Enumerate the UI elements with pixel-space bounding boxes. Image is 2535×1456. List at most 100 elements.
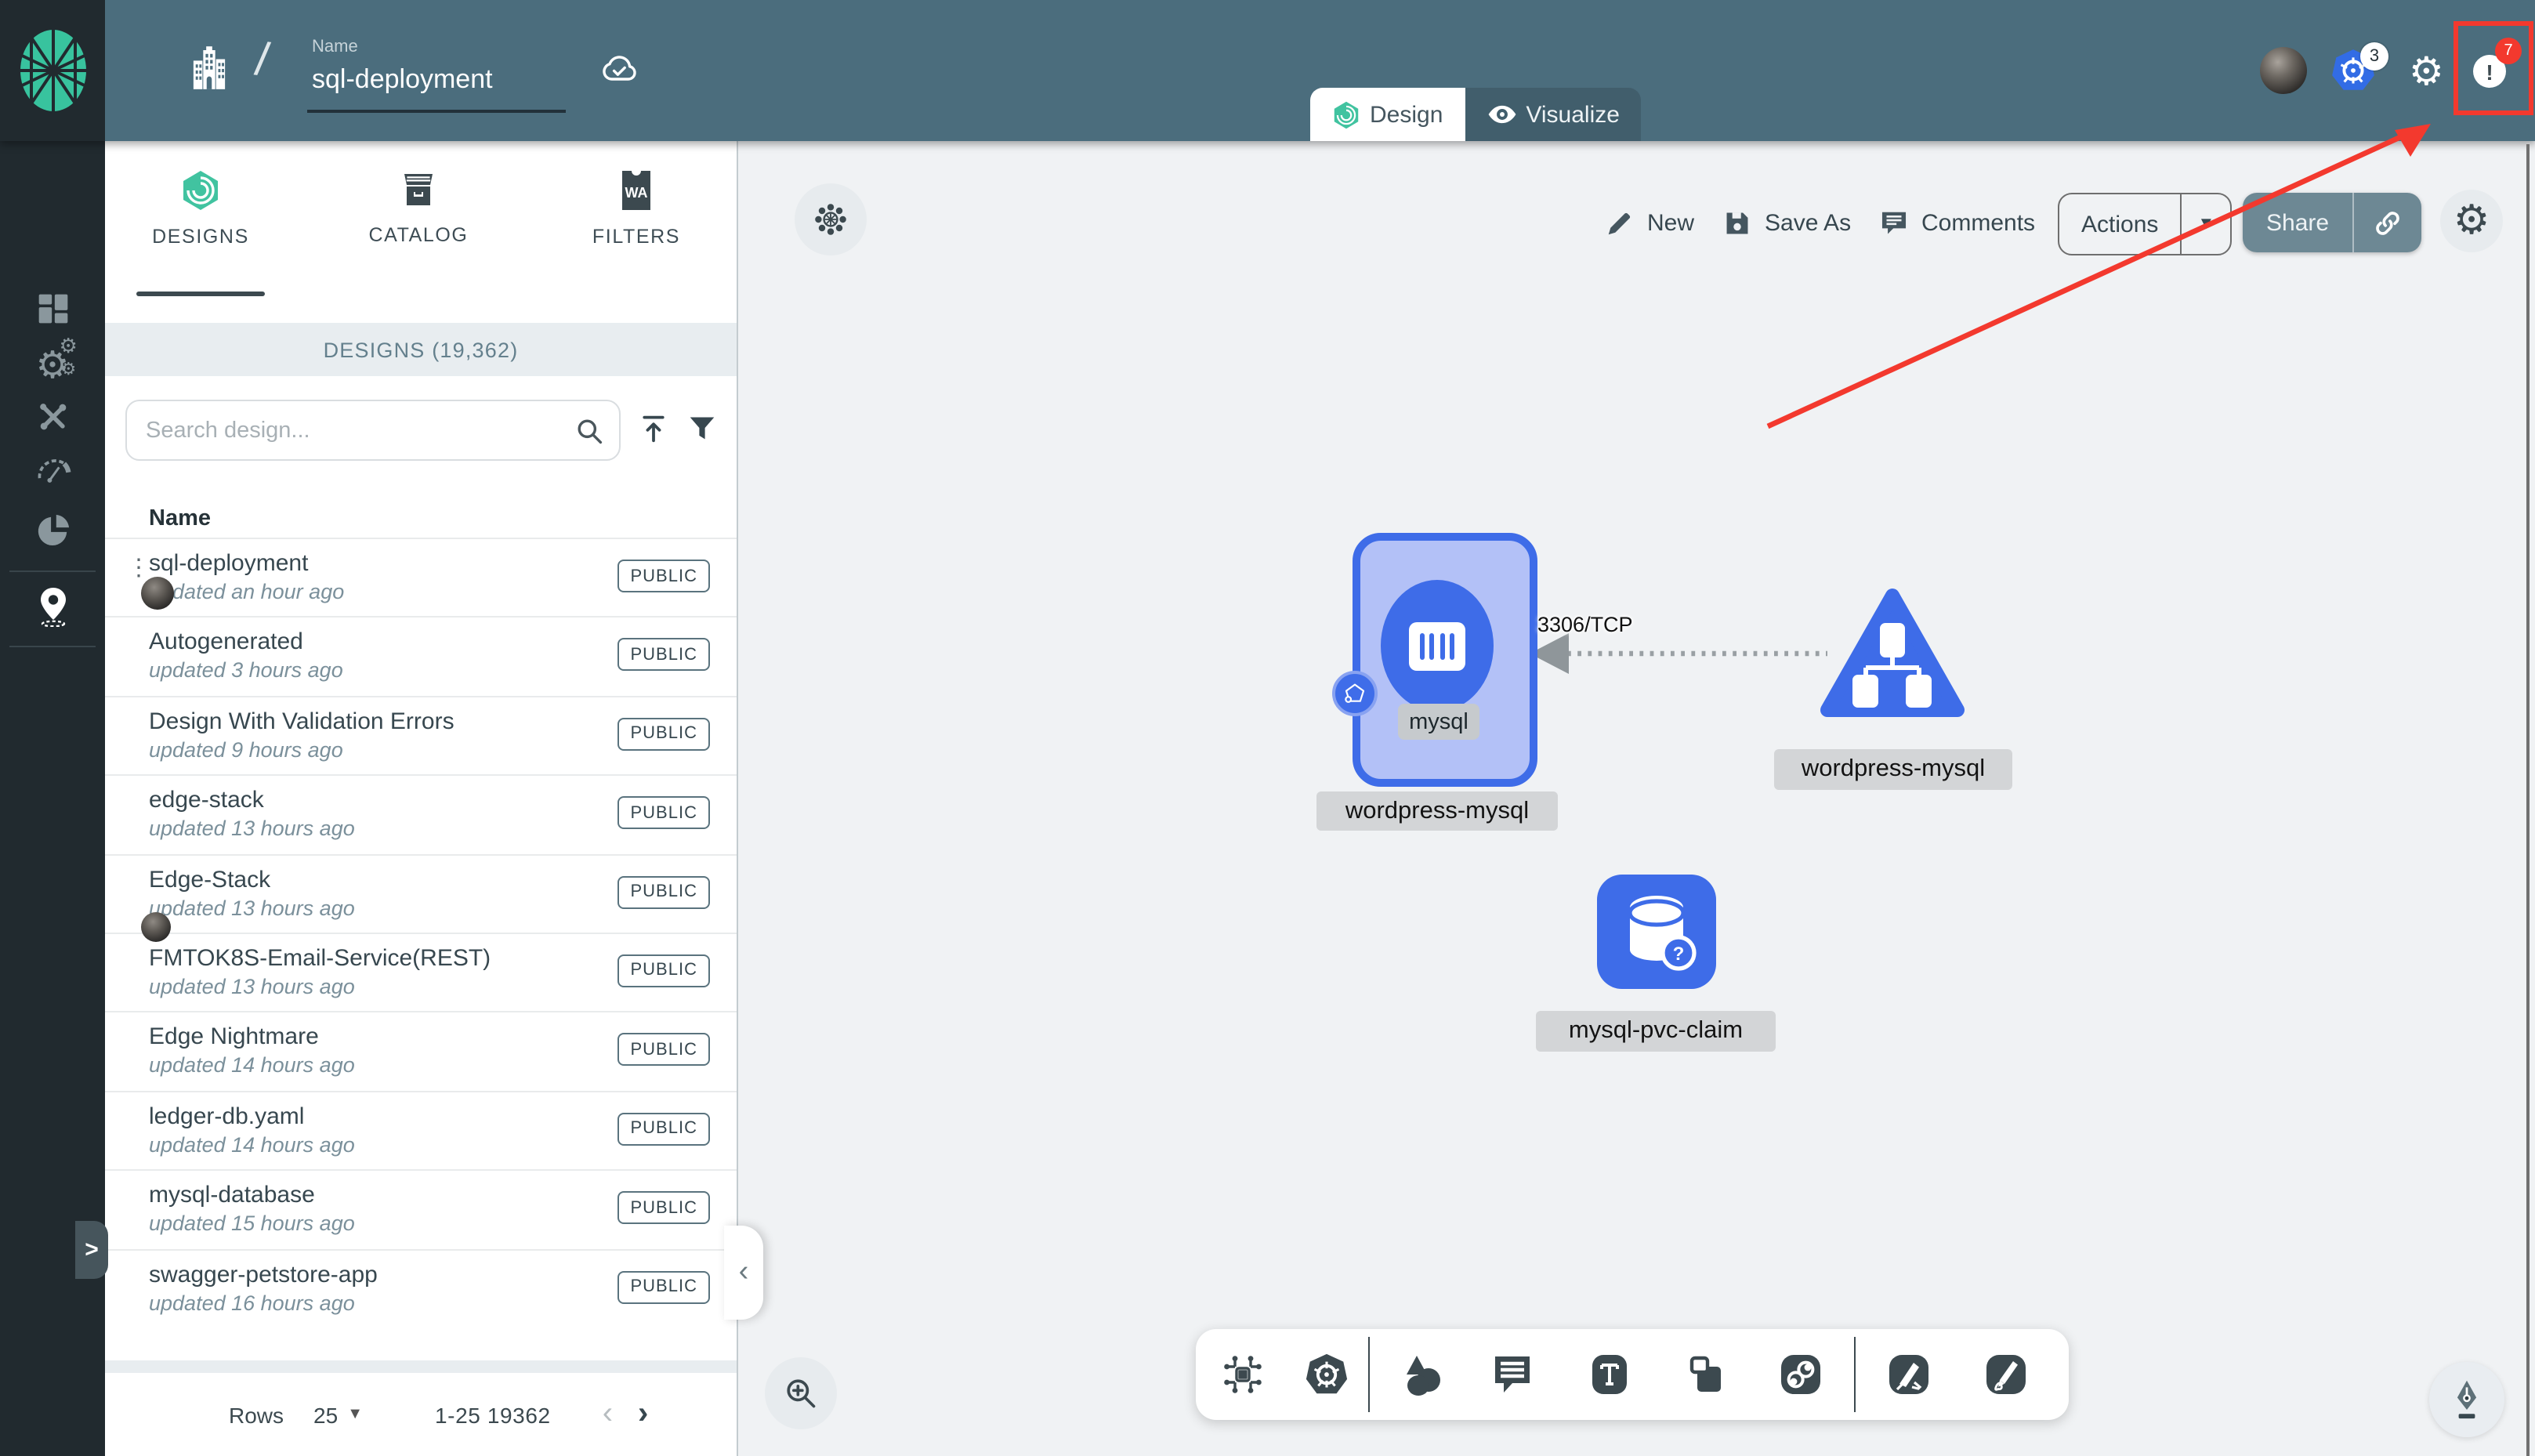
- design-name: sql-deployment: [149, 550, 309, 577]
- edge-layer: [1530, 633, 1827, 674]
- pod-node-label[interactable]: wordpress-mysql: [1316, 791, 1558, 831]
- shapes-tool-icon[interactable]: [1401, 1353, 1445, 1396]
- container-label[interactable]: mysql: [1398, 704, 1479, 740]
- sidebar-divider: [9, 646, 96, 647]
- design-list-item[interactable]: ⋮ FMTOK8S-Email-Service(REST) updated 13…: [105, 932, 737, 1012]
- sidebar-item-configuration[interactable]: [0, 390, 105, 444]
- search-input[interactable]: [127, 418, 575, 443]
- next-page-button[interactable]: ›: [638, 1396, 648, 1432]
- pencil-sketch-tool-icon[interactable]: [1984, 1353, 2028, 1396]
- design-list-item[interactable]: ⋮ mysql-database updated 15 hours ago PU…: [105, 1169, 737, 1248]
- catalog-archive-icon: [398, 169, 439, 210]
- node-service-wordpress-mysql[interactable]: [1818, 588, 1967, 726]
- panel-tab-filters[interactable]: WA FILTERS: [550, 169, 722, 248]
- breadcrumb-separator: /: [252, 34, 273, 87]
- design-updated: updated 14 hours ago: [149, 1053, 355, 1078]
- design-list-item[interactable]: ⋮ ledger-db.yaml updated 14 hours ago PU…: [105, 1090, 737, 1169]
- node-pod-wordpress-mysql[interactable]: mysql: [1332, 533, 1537, 787]
- zoom-in-icon: [787, 1379, 816, 1408]
- toolbar-divider: [1854, 1337, 1856, 1412]
- notification-count-badge: 7: [2495, 38, 2522, 64]
- panel-collapse-button[interactable]: ‹: [724, 1226, 763, 1320]
- sidebar-item-extensions[interactable]: [0, 503, 105, 556]
- visibility-badge: PUBLIC: [617, 954, 710, 987]
- comment-tool-icon[interactable]: [1490, 1353, 1534, 1396]
- design-updated: updated 9 hours ago: [149, 737, 343, 762]
- rows-per-page-select[interactable]: 25: [313, 1402, 338, 1427]
- tab-design-label: Design: [1370, 101, 1443, 128]
- pvc-node-label[interactable]: mysql-pvc-claim: [1536, 1011, 1776, 1052]
- pod-pentagon-badge-icon[interactable]: [1332, 671, 1378, 716]
- design-name-input[interactable]: [312, 64, 566, 96]
- design-name: Edge Nightmare: [149, 1023, 319, 1051]
- sidebar-item-dashboard[interactable]: [0, 282, 105, 335]
- pen-nib-icon: [2457, 1380, 2477, 1419]
- kubernetes-toolbar-icon[interactable]: [1304, 1353, 1349, 1398]
- visibility-badge: PUBLIC: [617, 875, 710, 909]
- service-node-label[interactable]: wordpress-mysql: [1774, 749, 2012, 790]
- node-pvc-mysql-pvc-claim[interactable]: ?: [1597, 875, 1716, 989]
- meshery-logo-button[interactable]: [0, 0, 105, 141]
- design-updated: updated 13 hours ago: [149, 896, 355, 920]
- sidebar-item-lifecycle[interactable]: ⚙ ⚙ ⚙: [0, 337, 105, 392]
- container-circle[interactable]: [1381, 580, 1494, 712]
- note-tool-icon[interactable]: [1685, 1353, 1729, 1396]
- design-list-item[interactable]: ⋮ sql-deployment updated an hour ago PUB…: [105, 538, 737, 617]
- visibility-badge: PUBLIC: [617, 638, 710, 672]
- tab-visualize-label: Visualize: [1526, 101, 1620, 128]
- panel-tab-designs-label: DESIGNS: [152, 226, 249, 248]
- panel-tab-catalog-label: CATALOG: [368, 224, 469, 246]
- active-tab-underline: [136, 292, 265, 296]
- link-tool-icon[interactable]: [1779, 1353, 1823, 1396]
- design-list-item[interactable]: ⋮ swagger-petstore-app updated 16 hours …: [105, 1248, 737, 1327]
- performance-gauge-icon: [34, 456, 71, 484]
- filter-funnel-icon[interactable]: [688, 414, 716, 442]
- sidebar-expand-button[interactable]: >: [75, 1221, 108, 1279]
- edge-port-label[interactable]: 3306/TCP: [1537, 613, 1633, 636]
- design-name-label: Name: [312, 38, 358, 56]
- design-name: Autogenerated: [149, 628, 303, 656]
- design-list-item[interactable]: ⋮ Autogenerated updated 3 hours ago PUBL…: [105, 616, 737, 696]
- visibility-badge: PUBLIC: [617, 796, 710, 830]
- design-list-item[interactable]: ⋮ Design With Validation Errors updated …: [105, 695, 737, 775]
- zoom-in-button[interactable]: [765, 1357, 837, 1429]
- sidebar-item-performance[interactable]: [0, 444, 105, 497]
- text-tool-icon[interactable]: [1588, 1353, 1631, 1396]
- organization-icon[interactable]: [191, 45, 227, 91]
- kebab-menu-icon[interactable]: ⋮: [127, 556, 150, 580]
- design-search-box: [125, 400, 621, 461]
- visibility-badge: PUBLIC: [617, 1191, 710, 1225]
- rows-per-page-caret-icon[interactable]: ▼: [347, 1406, 363, 1423]
- mode-tab-bar: Design Visualize: [1310, 88, 1642, 141]
- panel-bottom-strip: [105, 1360, 737, 1373]
- settings-gear-icon[interactable]: ⚙: [2409, 52, 2444, 91]
- design-canvas[interactable]: New Save As Comments Actions ▼ Share ⚙ 3…: [737, 141, 2535, 1456]
- tab-visualize[interactable]: Visualize: [1465, 88, 1642, 141]
- design-list-item[interactable]: ⋮ edge-stack updated 13 hours ago PUBLIC: [105, 774, 737, 853]
- eye-icon: [1487, 103, 1516, 125]
- design-updated: updated 16 hours ago: [149, 1291, 355, 1315]
- design-owner-avatar: [141, 577, 174, 610]
- design-list-item[interactable]: ⋮ Edge Nightmare updated 14 hours ago PU…: [105, 1011, 737, 1091]
- panel-tab-designs[interactable]: DESIGNS: [114, 169, 287, 248]
- panel-tab-catalog[interactable]: CATALOG: [332, 169, 505, 246]
- design-updated: updated an hour ago: [149, 580, 345, 603]
- search-icon[interactable]: [575, 416, 603, 444]
- window-scrollbar[interactable]: [2526, 144, 2530, 1456]
- upload-design-icon[interactable]: [639, 414, 668, 444]
- design-updated: updated 14 hours ago: [149, 1132, 355, 1157]
- design-updated: updated 15 hours ago: [149, 1212, 355, 1236]
- kubernetes-context-count-badge: 3: [2360, 42, 2388, 71]
- previous-page-button[interactable]: ‹: [603, 1396, 613, 1432]
- pen-path-tool-icon[interactable]: [1887, 1353, 1931, 1396]
- tab-design[interactable]: Design: [1310, 88, 1465, 141]
- sidebar-item-kanvas[interactable]: [0, 580, 105, 633]
- canvas-toolbar: [1196, 1329, 2069, 1420]
- pen-nib-fab-button[interactable]: [2429, 1362, 2504, 1437]
- user-avatar[interactable]: [2260, 47, 2307, 94]
- component-circuit-icon[interactable]: [1221, 1353, 1265, 1396]
- design-list-item[interactable]: ⋮ Edge-Stack updated 13 hours ago PUBLIC: [105, 853, 737, 942]
- svg-text:?: ?: [1673, 944, 1685, 965]
- design-name-underline: [307, 110, 566, 113]
- design-spiral-icon: [1332, 100, 1360, 129]
